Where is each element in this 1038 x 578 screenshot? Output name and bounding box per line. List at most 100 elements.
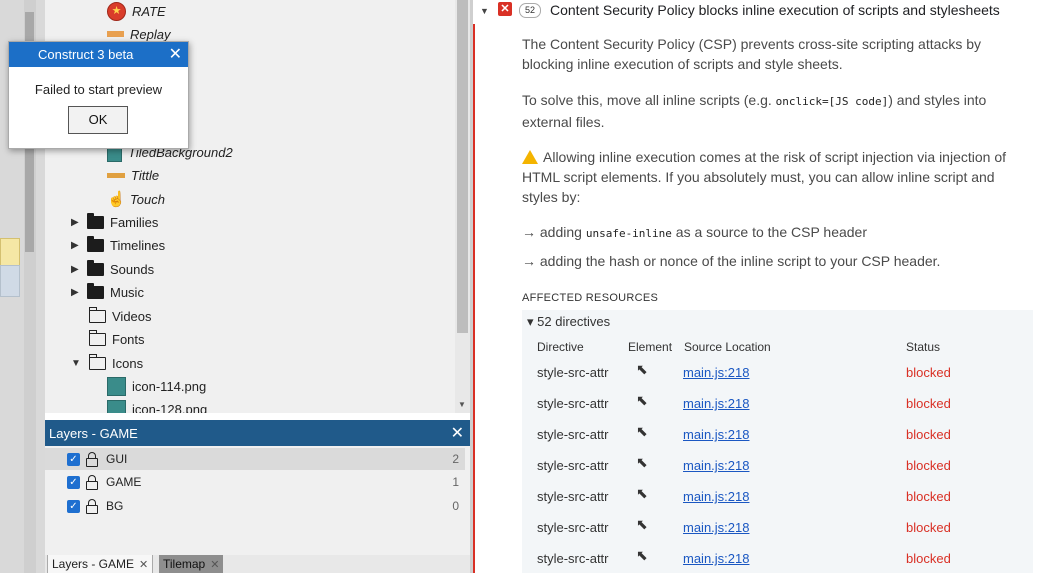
tab-tilemap[interactable]: Tilemap ✕ (159, 555, 224, 573)
issue-header[interactable]: ▼ ✕ 52 Content Security Policy blocks in… (473, 0, 1038, 24)
tree-item-label: icon-114.png (132, 378, 207, 394)
folder-icon (87, 282, 104, 299)
image-file-icon (107, 399, 126, 413)
directive-cell: style-src-attr (537, 427, 609, 442)
text: To solve this, move all inline scripts (… (522, 92, 776, 108)
tree-folder-families[interactable]: ▶ Families (71, 211, 158, 233)
close-icon[interactable]: ✕ (169, 44, 182, 64)
bottom-tab-bar: Layers - GAME ✕ Tilemap ✕ (45, 555, 470, 573)
table-row: style-src-attr ⬉ main.js:218 blocked (522, 392, 1033, 423)
close-tab-icon[interactable]: ✕ (139, 558, 148, 571)
lock-icon[interactable] (86, 475, 98, 490)
tree-object-rate[interactable]: ★ RATE (107, 0, 166, 22)
tree-object-tittle[interactable]: Tittle (107, 164, 159, 186)
replay-icon (107, 31, 124, 37)
layers-panel: Layers - GAME ✕ ✓ GUI 2 ✓ GAME 1 ✓ BG 0 (45, 420, 470, 555)
folder-outline-icon (88, 353, 106, 370)
expand-arrow-icon[interactable]: ▶ (71, 287, 83, 298)
status-cell: blocked (906, 396, 951, 411)
source-location-link[interactable]: main.js:218 (683, 489, 749, 504)
status-cell: blocked (906, 520, 951, 535)
collapse-arrow-icon[interactable]: ▼ (71, 358, 83, 369)
text: as a source to the CSP header (671, 224, 868, 240)
element-picker-icon[interactable]: ⬉ (636, 423, 648, 440)
inline-code: onclick=[JS code] (775, 95, 889, 108)
expand-arrow-icon[interactable]: ▶ (71, 217, 83, 228)
status-cell: blocked (906, 489, 951, 504)
status-cell: blocked (906, 365, 951, 380)
checkbox-icon[interactable]: ✓ (67, 452, 80, 466)
item-highlight[interactable] (0, 265, 20, 297)
layer-index: 2 (452, 452, 459, 466)
scroll-thumb[interactable] (457, 0, 468, 333)
issue-details-panel: ▼ ✕ 52 Content Security Policy blocks in… (473, 0, 1038, 573)
expand-arrow-icon[interactable]: ▶ (71, 264, 83, 275)
tree-file-icon-114[interactable]: icon-114.png (107, 375, 206, 397)
image-file-icon (107, 376, 126, 396)
source-location-link[interactable]: main.js:218 (683, 458, 749, 473)
tree-folder-music[interactable]: ▶ Music (71, 281, 144, 303)
tree-item-label: Touch (130, 191, 165, 207)
ok-button[interactable]: OK (68, 106, 128, 134)
checkbox-icon[interactable]: ✓ (67, 475, 80, 489)
tree-scrollbar[interactable]: ▼ (455, 0, 470, 413)
folder-outline-icon (88, 306, 106, 323)
column-header-status: Status (906, 340, 941, 354)
element-picker-icon[interactable]: ⬉ (636, 516, 648, 533)
tree-item-label: Tittle (131, 167, 160, 183)
close-tab-icon[interactable]: ✕ (210, 558, 219, 571)
tree-folder-icons[interactable]: ▼ Icons (71, 352, 143, 374)
folder-icon (87, 212, 104, 229)
tree-folder-fonts[interactable]: Fonts (71, 328, 145, 350)
tree-object-touch[interactable]: ☝ Touch (107, 188, 165, 210)
lock-icon[interactable] (86, 452, 98, 467)
issue-description: The Content Security Policy (CSP) preven… (522, 36, 982, 72)
issue-accent-rule (473, 24, 475, 573)
layers-panel-header: Layers - GAME ✕ (45, 420, 470, 446)
element-picker-icon[interactable]: ⬉ (636, 547, 648, 564)
tab-label: Tilemap (163, 557, 206, 571)
directives-toggle[interactable]: ▾ 52 directives (527, 314, 610, 330)
status-cell: blocked (906, 551, 951, 566)
layers-panel-title: Layers - GAME (49, 425, 138, 441)
element-picker-icon[interactable]: ⬉ (636, 454, 648, 471)
source-location-link[interactable]: main.js:218 (683, 365, 749, 380)
element-picker-icon[interactable]: ⬉ (636, 485, 648, 502)
expand-arrow-icon[interactable]: ▶ (71, 240, 83, 251)
text: Allowing inline execution comes at the r… (522, 149, 1007, 205)
folder-icon (87, 259, 104, 276)
collapse-arrow-icon[interactable]: ▼ (480, 6, 489, 16)
layer-row-game[interactable]: ✓ GAME 1 (45, 471, 465, 493)
source-location-link[interactable]: main.js:218 (683, 520, 749, 535)
source-location-link[interactable]: main.js:218 (683, 427, 749, 442)
tree-item-label: RATE (132, 3, 166, 19)
source-location-link[interactable]: main.js:218 (683, 396, 749, 411)
rate-icon: ★ (107, 1, 126, 21)
close-icon[interactable]: ✕ (451, 423, 464, 443)
status-cell: blocked (906, 458, 951, 473)
element-picker-icon[interactable]: ⬉ (636, 392, 648, 409)
folder-icon (87, 235, 104, 252)
source-location-link[interactable]: main.js:218 (683, 551, 749, 566)
directives-table: ▾ 52 directives Directive Element Source… (522, 310, 1033, 573)
scroll-down-icon[interactable]: ▼ (458, 400, 466, 409)
directive-cell: style-src-attr (537, 396, 609, 411)
affected-resources-heading: AFFECTED RESOURCES (522, 292, 659, 304)
checkbox-icon[interactable]: ✓ (67, 499, 80, 513)
tree-folder-sounds[interactable]: ▶ Sounds (71, 258, 154, 280)
tab-layers-game[interactable]: Layers - GAME ✕ (47, 555, 154, 573)
inline-code: unsafe-inline (585, 227, 672, 240)
tree-folder-timelines[interactable]: ▶ Timelines (71, 234, 165, 256)
selected-item-highlight[interactable] (0, 238, 20, 266)
dialog-titlebar: Construct 3 beta ✕ (9, 42, 188, 67)
layer-row-bg[interactable]: ✓ BG 0 (45, 495, 465, 517)
tree-item-label: Sounds (110, 261, 155, 277)
tree-item-label: Fonts (112, 331, 145, 347)
layer-row-gui[interactable]: ✓ GUI 2 (45, 448, 465, 470)
lock-icon[interactable] (86, 499, 98, 514)
folder-outline-icon (88, 329, 106, 346)
column-header-source-location: Source Location (684, 340, 771, 354)
element-picker-icon[interactable]: ⬉ (636, 361, 648, 378)
tree-file-icon-128[interactable]: icon-128.png (107, 398, 207, 413)
tree-folder-videos[interactable]: Videos (71, 305, 152, 327)
